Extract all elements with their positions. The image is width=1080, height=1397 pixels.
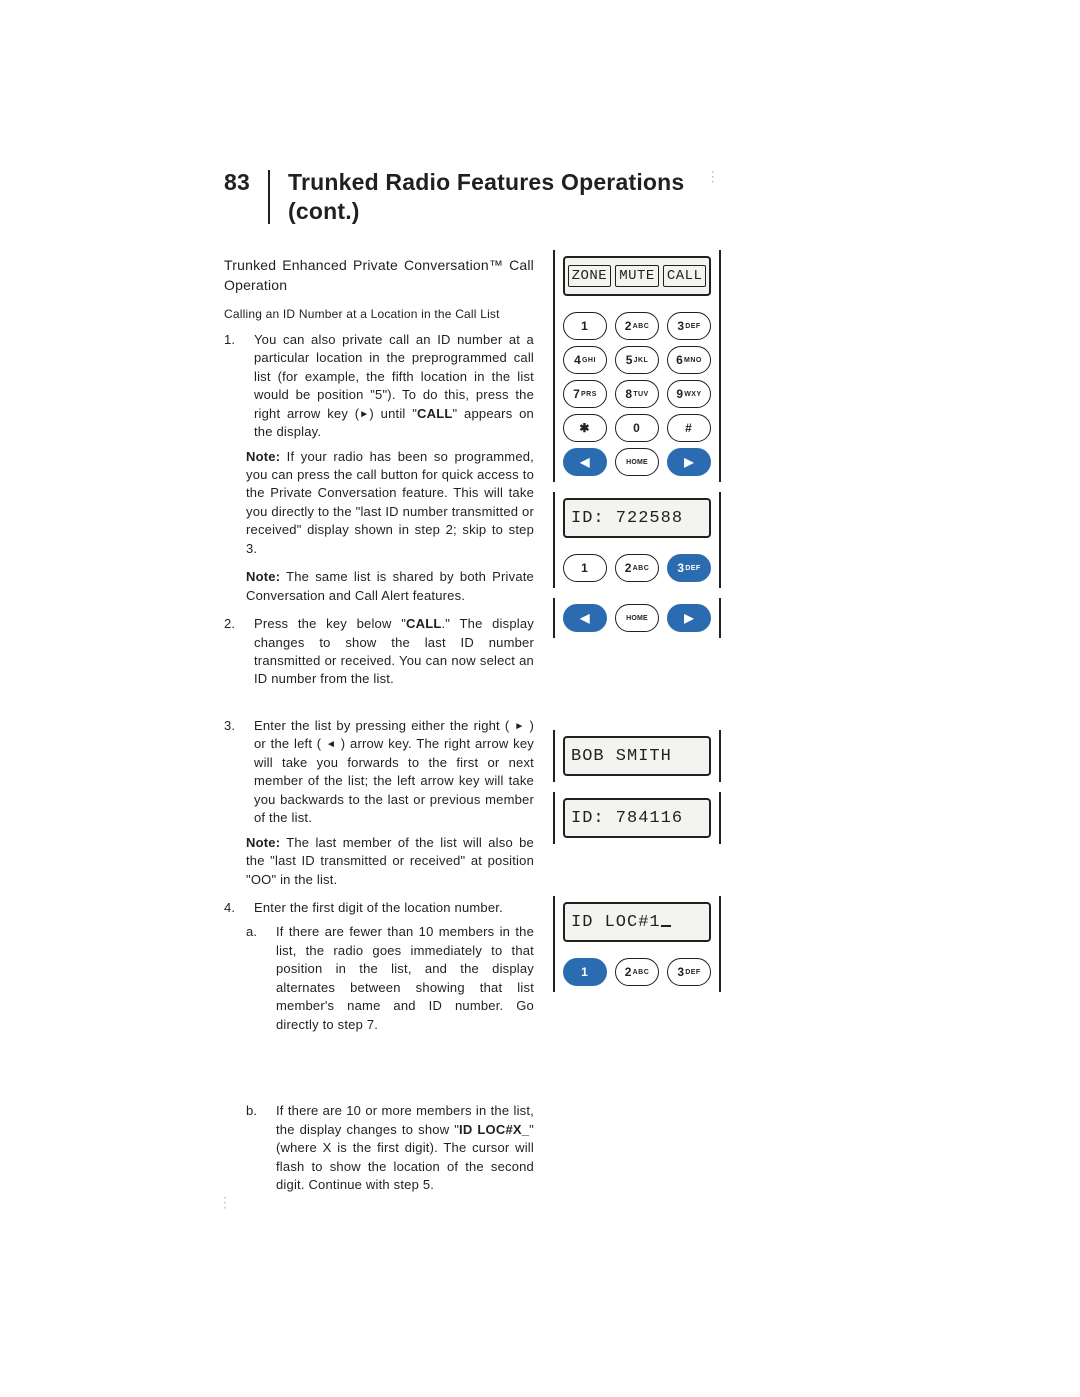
key-0[interactable]: 0 <box>615 414 659 442</box>
key-8[interactable]: 8TUV <box>615 380 659 408</box>
softkey-mute: MUTE <box>615 265 659 287</box>
key-hash[interactable]: # <box>667 414 711 442</box>
key-7[interactable]: 7PRS <box>563 380 607 408</box>
step-4: 4. Enter the first digit of the location… <box>224 899 534 917</box>
key-5[interactable]: 5JKL <box>615 346 659 374</box>
note-2: Note: The same list is shared by both Pr… <box>246 568 534 605</box>
keypad-row-123-a: 1 2ABC 3DEF <box>563 554 711 582</box>
key-home[interactable]: HOME <box>615 448 659 476</box>
key-1-active[interactable]: 1 <box>563 958 607 986</box>
left-arrow-icon: ◄ <box>326 738 336 752</box>
key-home[interactable]: HOME <box>615 604 659 632</box>
page-title: Trunked Radio Features Operations (cont.… <box>288 168 684 226</box>
key-6[interactable]: 6MNO <box>667 346 711 374</box>
lcd-id-722588: ID: 722588 <box>563 498 711 538</box>
lcd-id-784116: ID: 784116 <box>563 798 711 838</box>
note-1: Note: If your radio has been so programm… <box>246 448 534 559</box>
key-left-arrow[interactable]: ◀ <box>563 448 607 476</box>
step-4b: b. If there are 10 or more members in th… <box>246 1102 534 1194</box>
page-number: 83 <box>224 168 250 197</box>
right-arrow-icon: ► <box>359 408 369 422</box>
step-1: 1. You can also private call an ID numbe… <box>224 331 534 442</box>
radio-panel-4a: BOB SMITH <box>553 736 721 776</box>
lcd-id-loc: ID LOC#1 <box>563 902 711 942</box>
softkey-zone: ZONE <box>568 265 612 287</box>
radio-art-column: ZONE MUTE CALL 1 2ABC 3DEF 4GHI 5JKL 6MN… <box>552 256 722 1211</box>
key-right-arrow-active[interactable]: ▶ <box>667 604 711 632</box>
step-4a: a. If there are fewer than 10 members in… <box>246 923 534 1034</box>
softkey-call: CALL <box>663 265 707 287</box>
instruction-column: Trunked Enhanced Private Conversation™ C… <box>224 256 534 1211</box>
lcd-softkeys: ZONE MUTE CALL <box>563 256 711 296</box>
key-left-arrow-active[interactable]: ◀ <box>563 604 607 632</box>
radio-panel-4b: ID: 784116 <box>553 798 721 838</box>
keypad-full: 1 2ABC 3DEF 4GHI 5JKL 6MNO 7PRS 8TUV 9WX… <box>563 312 711 476</box>
lcd-bob-smith: BOB SMITH <box>563 736 711 776</box>
key-2[interactable]: 2ABC <box>615 958 659 986</box>
note-3: Note: The last member of the list will a… <box>246 834 534 889</box>
nav-row: ◀ HOME ▶ <box>563 604 711 632</box>
radio-panel-1: ZONE MUTE CALL 1 2ABC 3DEF 4GHI 5JKL 6MN… <box>553 256 721 476</box>
key-4[interactable]: 4GHI <box>563 346 607 374</box>
key-3[interactable]: 3DEF <box>667 958 711 986</box>
key-right-arrow[interactable]: ▶ <box>667 448 711 476</box>
key-9[interactable]: 9WXY <box>667 380 711 408</box>
key-1[interactable]: 1 <box>563 554 607 582</box>
key-3[interactable]: 3DEF <box>667 312 711 340</box>
key-2[interactable]: 2ABC <box>615 554 659 582</box>
key-2[interactable]: 2ABC <box>615 312 659 340</box>
registration-mark: ⋮ <box>706 168 720 185</box>
keypad-row-123-b: 1 2ABC 3DEF <box>563 958 711 986</box>
radio-panel-5: ID LOC#1 1 2ABC 3DEF <box>553 902 721 986</box>
step-3: 3. Enter the list by pressing either the… <box>224 717 534 828</box>
radio-panel-2: ID: 722588 1 2ABC 3DEF <box>553 498 721 582</box>
key-1[interactable]: 1 <box>563 312 607 340</box>
key-star[interactable]: ✱ <box>563 414 607 442</box>
cursor-icon <box>661 925 671 927</box>
section-subhead: Trunked Enhanced Private Conversation™ C… <box>224 256 534 296</box>
key-3-active[interactable]: 3DEF <box>667 554 711 582</box>
right-arrow-icon: ► <box>514 720 524 734</box>
section-miniline: Calling an ID Number at a Location in th… <box>224 306 534 323</box>
radio-panel-3: ◀ HOME ▶ <box>553 604 721 632</box>
step-2: 2. Press the key below "CALL." The displ… <box>224 615 534 689</box>
header-divider <box>268 170 270 224</box>
